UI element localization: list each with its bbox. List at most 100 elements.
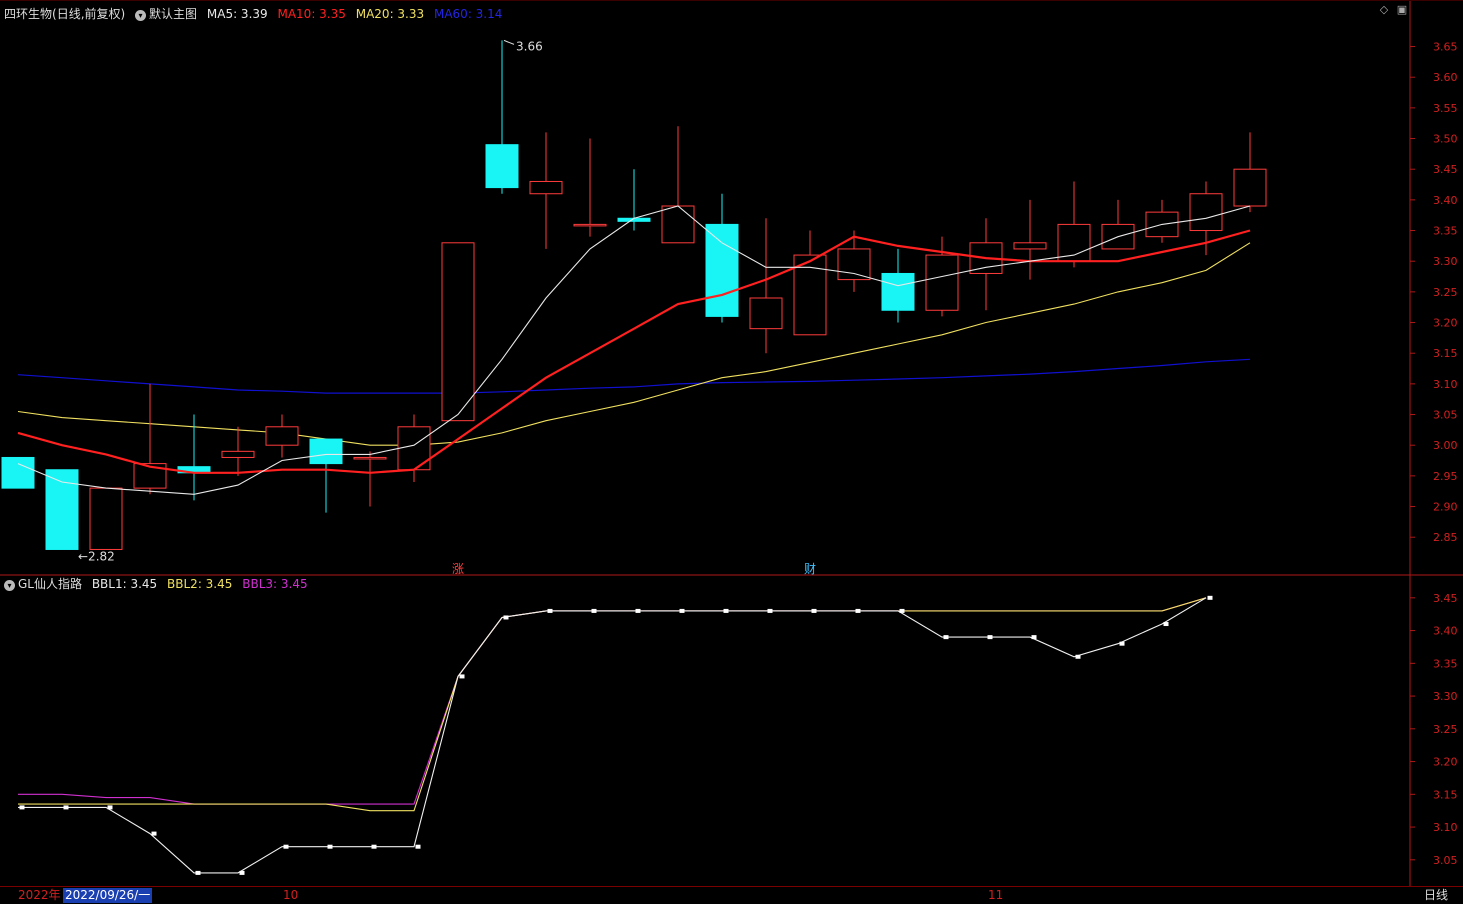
indicator-name[interactable]: GL仙人指路 <box>18 577 82 591</box>
cursor-date: 2022/09/26/一 <box>63 888 153 903</box>
bbl1-point <box>591 608 597 613</box>
candle-body <box>353 456 387 460</box>
high-pointer <box>503 39 515 45</box>
template-dropdown-icon[interactable]: ▾ <box>135 10 147 21</box>
ma20-value: MA20: 3.33 <box>355 7 425 21</box>
candle-body <box>1233 168 1267 207</box>
ma60-value: MA60: 3.14 <box>433 7 503 21</box>
candle <box>705 193 739 323</box>
window-toggle-icon[interactable]: ▣ <box>1396 4 1408 16</box>
price-tick-label: 3.50 <box>1433 133 1458 146</box>
candle <box>793 230 827 336</box>
limit-up-marker[interactable]: 涨 <box>452 560 464 577</box>
diamond-icon[interactable]: ◇ <box>1378 4 1390 16</box>
price-tick-label: 3.15 <box>1433 347 1458 360</box>
candle <box>265 414 299 458</box>
template-label[interactable]: 默认主图 <box>149 7 197 21</box>
candle <box>1013 199 1047 280</box>
bbl1-point <box>1119 641 1125 646</box>
bbl1-point <box>239 870 245 875</box>
candle-body <box>397 426 431 471</box>
price-tick-label: 3.65 <box>1433 41 1458 54</box>
candle <box>529 132 563 249</box>
bbl3-value: BBL3: 3.45 <box>242 577 308 591</box>
bbl1-point <box>19 805 25 810</box>
bbl1-point <box>767 608 773 613</box>
candle <box>221 426 255 476</box>
bbl3-line <box>18 597 1207 805</box>
candle <box>749 218 783 354</box>
bbl1-point <box>1075 654 1081 659</box>
price-tick-label: 3.25 <box>1433 286 1458 299</box>
bbl1-point <box>283 844 289 849</box>
bbl2-value: BBL2: 3.45 <box>167 577 233 591</box>
indicator-tick-label: 3.45 <box>1433 592 1458 605</box>
bbl1-point <box>459 674 465 679</box>
bbl1-point <box>1163 622 1169 627</box>
candle-body <box>1189 193 1223 232</box>
bbl1-point <box>371 844 377 849</box>
candle-body <box>573 223 607 227</box>
year-label: 2022年 <box>18 888 61 902</box>
bbl1-line <box>18 597 1207 874</box>
bbl1-point <box>1031 635 1037 640</box>
candle-body <box>837 248 871 281</box>
candle-body <box>441 242 475 422</box>
candle-body <box>881 272 915 311</box>
stock-name[interactable]: 四环生物 <box>4 7 52 21</box>
price-tick-label: 3.00 <box>1433 439 1458 452</box>
kline-chart[interactable]: 3.65 3.60 3.55 3.50 3.45 3.40 3.35 3.30 3.25 3.20… <box>0 0 1463 903</box>
candle-body <box>485 144 519 189</box>
price-tick-label: 3.05 <box>1433 409 1458 422</box>
candle <box>1233 132 1267 213</box>
candle <box>133 383 167 495</box>
low-price-label: ←2.82 <box>78 549 115 563</box>
ma10-line <box>17 229 1251 474</box>
price-tick-label: 3.40 <box>1433 194 1458 207</box>
indicator-dropdown-icon[interactable]: ▾ <box>4 580 15 591</box>
price-tick-label: 2.90 <box>1433 501 1458 514</box>
candle-body <box>1 456 35 489</box>
date-axis-bar: 2022年 2022/09/26/一 10 11 日线 <box>0 886 1463 904</box>
candle <box>89 487 123 550</box>
main-chart-header: 四环生物(日线,前复权) ▾ 默认主图 MA5: 3.39 MA10: 3.35 … <box>4 5 508 23</box>
bbl1-point <box>107 805 113 810</box>
price-tick-label: 3.55 <box>1433 102 1458 115</box>
candle <box>485 40 519 194</box>
indicator-tick-label: 3.30 <box>1433 690 1458 703</box>
bbl1-point <box>943 635 949 640</box>
bbl2-line <box>18 597 1207 812</box>
month-oct-label: 10 <box>283 888 299 902</box>
candle <box>309 438 343 513</box>
period-button[interactable]: 日线 <box>1424 888 1448 903</box>
ma20-line <box>17 242 1251 446</box>
candle-body <box>529 180 563 195</box>
price-tick-label: 3.30 <box>1433 255 1458 268</box>
indicator-tick-label: 3.15 <box>1433 788 1458 801</box>
indicator-tick-label: 3.35 <box>1433 657 1458 670</box>
price-tick-label: 2.95 <box>1433 470 1458 483</box>
candle <box>441 242 475 422</box>
bbl1-point <box>723 608 729 613</box>
candle-body <box>749 297 783 330</box>
candle-body <box>221 450 255 458</box>
candle <box>969 218 1003 311</box>
price-tick-label: 3.35 <box>1433 225 1458 238</box>
finance-marker[interactable]: 财 <box>804 560 816 577</box>
candle-body <box>89 487 123 550</box>
bbl1-point <box>855 608 861 613</box>
candle-body <box>661 205 695 244</box>
candle <box>1 456 35 489</box>
bbl1-point <box>63 805 69 810</box>
price-tick-label: 3.45 <box>1433 163 1458 176</box>
bbl1-point <box>635 608 641 613</box>
candle-body <box>925 254 959 311</box>
bbl1-value: BBL1: 3.45 <box>91 577 158 591</box>
price-tick-label: 3.10 <box>1433 378 1458 391</box>
bbl1-point <box>811 608 817 613</box>
bbl1-point <box>195 870 201 875</box>
candle-body <box>1013 242 1047 250</box>
price-tick-label: 2.85 <box>1433 531 1458 544</box>
candle-body <box>705 223 739 317</box>
indicator-tick-label: 3.25 <box>1433 723 1458 736</box>
